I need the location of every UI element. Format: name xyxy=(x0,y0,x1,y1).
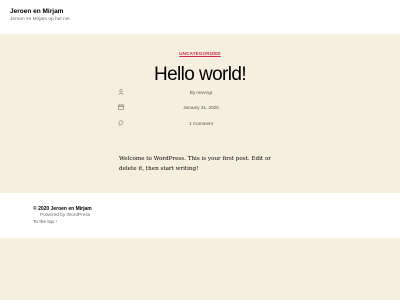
site-title-link[interactable]: Jeroen en Mirjam xyxy=(10,8,63,15)
post-title: Hello world! xyxy=(153,64,247,85)
post-comments-meta: 1 Comment xyxy=(118,120,284,129)
category-link[interactable]: UNCATEGORIZED xyxy=(179,51,221,56)
post-author-link[interactable]: By mwvngt xyxy=(118,90,284,95)
site-footer: © 2020 Jeroen en Mirjam Powered by WordP… xyxy=(0,193,400,238)
post-date-link[interactable]: January 31, 2020 xyxy=(118,105,284,110)
site-description: Jeroen en Mirjam op het net xyxy=(10,17,70,22)
post-date-meta: January 31, 2020 xyxy=(118,104,284,113)
to-the-top-link[interactable]: To the top ↑ xyxy=(33,220,58,225)
post-category: UNCATEGORIZED xyxy=(0,51,400,56)
post-comments-link[interactable]: 1 Comment xyxy=(118,121,284,126)
post-author-meta: By mwvngt xyxy=(118,89,284,98)
site-header: Jeroen en Mirjam Jeroen en Mirjam op het… xyxy=(0,0,400,34)
footer-powered-by[interactable]: Powered by WordPress xyxy=(40,213,90,218)
footer-copyright[interactable]: © 2020 Jeroen en Mirjam xyxy=(33,206,92,212)
post-content: Welcome to WordPress. This is your first… xyxy=(119,156,271,172)
